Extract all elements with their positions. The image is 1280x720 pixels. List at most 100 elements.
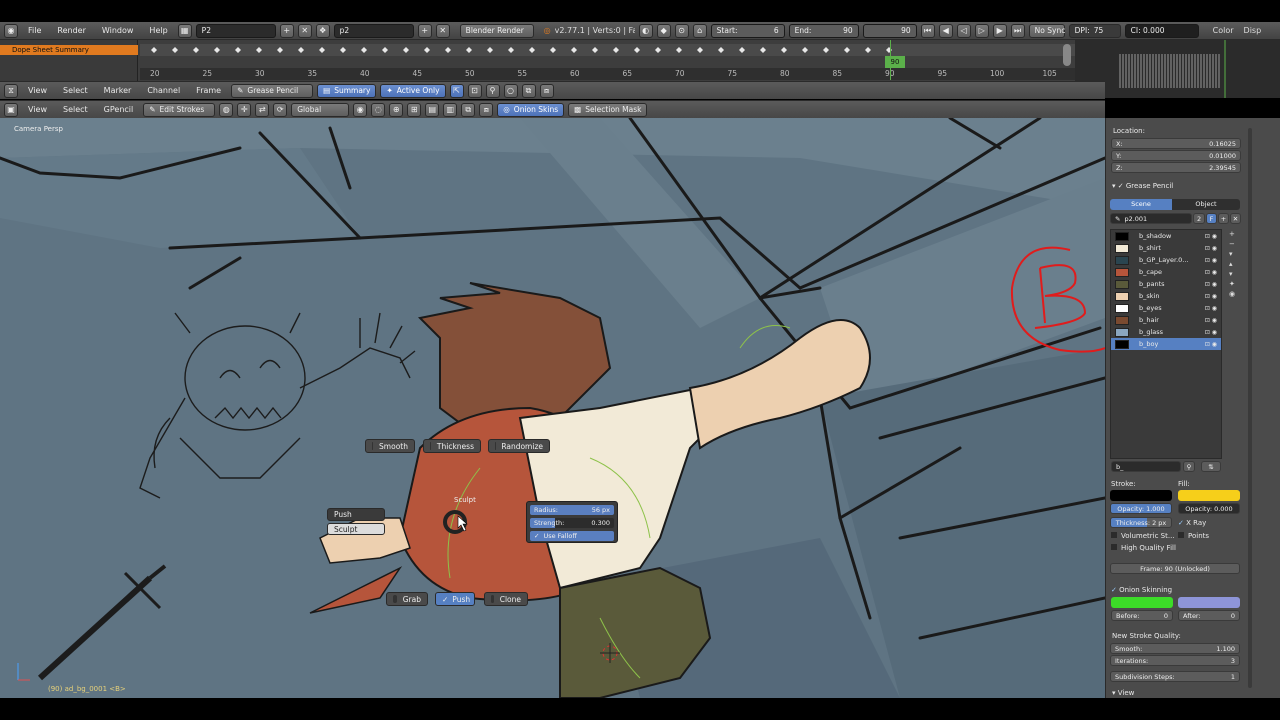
screen-selector[interactable]: P2 (195, 23, 276, 38)
ds-menu-frame[interactable]: Frame (190, 86, 227, 95)
ds-menu-view[interactable]: View (22, 86, 53, 95)
scene-icon[interactable]: ❖ (315, 23, 330, 38)
v-menu-view[interactable]: View (22, 105, 53, 114)
layer-down-icon[interactable]: ▾ (1229, 270, 1239, 278)
start-frame-field[interactable]: Start: 6 (710, 23, 785, 38)
transform-icon[interactable]: ⟳ (273, 102, 288, 117)
dopesheet-editor-icon[interactable]: ⧖ (4, 83, 18, 98)
layer-lock-visibility-icon[interactable]: ⊡ ◉ (1205, 329, 1217, 336)
onion-skins-toggle[interactable]: ◎ Onion Skins (497, 102, 565, 117)
keying-set-icon[interactable]: ⊙ (674, 23, 689, 38)
hq-fill-toggle[interactable]: High Quality Fill (1111, 544, 1176, 552)
screen-layout-icon[interactable]: ▦ (177, 23, 192, 38)
location-x[interactable]: X: 0.16025 (1111, 138, 1241, 149)
editor-type-icon[interactable]: ◉ (4, 23, 18, 38)
layer-list[interactable]: b_shadow ⊡ ◉ b_shirt ⊡ ◉ b_GP_Layer.0... ⊡ ◉ b… (1110, 229, 1222, 459)
gp-panel-header[interactable]: ▾ ✓ Grease Pencil (1112, 182, 1173, 190)
scene-add-icon[interactable]: + (417, 23, 432, 38)
prev-key-icon[interactable]: ◀ (938, 23, 953, 38)
menu-file[interactable]: File (22, 26, 47, 35)
filter-search-icon[interactable]: ⚲ (1183, 461, 1195, 472)
pie-grab[interactable]: Grab (386, 592, 428, 606)
summary-toggle[interactable]: ▤ Summary (317, 83, 377, 98)
layer-visibility-icon[interactable]: ◉ (1229, 290, 1239, 298)
sync-mode-select[interactable]: No Sync (1028, 23, 1065, 38)
v-menu-gpencil[interactable]: GPencil (98, 105, 140, 114)
layer-lock-visibility-icon[interactable]: ⊡ ◉ (1205, 257, 1217, 264)
layer-color-swatch[interactable] (1115, 291, 1129, 301)
gp-datablock[interactable]: ✎ p2.001 (1110, 213, 1192, 224)
menu-render[interactable]: Render (51, 26, 91, 35)
keyframe-row[interactable] (140, 44, 1075, 56)
users-count[interactable]: 2 (1193, 213, 1205, 224)
sculpt-option[interactable]: Sculpt (327, 523, 385, 535)
layer-item[interactable]: b_shadow ⊡ ◉ (1111, 230, 1221, 242)
search-icon[interactable]: ⚲ (485, 83, 500, 98)
preview-range-icon[interactable]: ⌂ (692, 23, 707, 38)
pie-smooth[interactable]: Smooth (365, 439, 415, 453)
scene-remove-icon[interactable]: ✕ (435, 23, 450, 38)
strength-field[interactable]: Strength: 0.300 (529, 517, 615, 529)
points-toggle[interactable]: Points (1178, 532, 1209, 540)
menu-help[interactable]: Help (143, 26, 173, 35)
proportional-icon[interactable]: ◌ (371, 102, 386, 117)
layer-lock-visibility-icon[interactable]: ⊡ ◉ (1205, 317, 1217, 324)
fake-user-toggle[interactable]: F (1206, 213, 1217, 224)
subdivision-field[interactable]: Subdivision Steps: 1 (1110, 671, 1240, 682)
radius-field[interactable]: Radius: 56 px (529, 504, 615, 516)
selection-mask-toggle[interactable]: ▩ Selection Mask (568, 102, 648, 117)
dopesheet-scrollbar[interactable] (1063, 44, 1071, 66)
viewport-shading-icon[interactable]: ◍ (219, 102, 234, 117)
layer-lock-visibility-icon[interactable]: ⊡ ◉ (1205, 341, 1217, 348)
jump-start-icon[interactable]: ⏮ (920, 23, 935, 38)
keyframe-icon[interactable]: ◆ (656, 23, 671, 38)
ds-menu-channel[interactable]: Channel (141, 86, 186, 95)
layer-color-swatch[interactable] (1115, 255, 1129, 265)
orientation-select[interactable]: Global (291, 102, 350, 117)
filter-sort-icon[interactable]: ⇅ (1201, 461, 1221, 472)
stroke-opacity-field[interactable]: Opacity: 1.000 (1110, 503, 1172, 514)
paste-strokes-icon[interactable]: ⧈ (479, 102, 494, 117)
layer-filter-input[interactable]: b_ (1111, 461, 1181, 472)
frame-ruler[interactable]: 20253035404550556065707580859095100105 (140, 68, 1075, 80)
ghost-icon[interactable]: ○ (503, 83, 518, 98)
copy-keys-icon[interactable]: ⧉ (521, 83, 536, 98)
manipulator-icon[interactable]: ⇄ (255, 102, 270, 117)
location-z[interactable]: Z: 2.39545 (1111, 162, 1241, 173)
layer-lock-visibility-icon[interactable]: ⊡ ◉ (1205, 305, 1217, 312)
layer-color-swatch[interactable] (1115, 231, 1129, 241)
active-only-toggle[interactable]: ✦ Active Only (380, 83, 446, 98)
pie-push[interactable]: ✓ Push (435, 592, 475, 606)
menu-window[interactable]: Window (96, 26, 140, 35)
screen-add-icon[interactable]: + (279, 23, 294, 38)
pivot-icon[interactable]: ✛ (237, 102, 252, 117)
view3d-editor-icon[interactable]: ▣ (4, 102, 18, 117)
layer-item[interactable]: b_cape ⊡ ◉ (1111, 266, 1221, 278)
tab-scene[interactable]: Scene (1110, 199, 1172, 210)
xray-toggle[interactable]: ✓ X Ray (1178, 519, 1206, 527)
pie-thickness[interactable]: Thickness (423, 439, 481, 453)
volumetric-toggle[interactable]: Volumetric St... (1111, 532, 1175, 540)
layer-item[interactable]: b_eyes ⊡ ◉ (1111, 302, 1221, 314)
brush-select[interactable]: Push (327, 508, 385, 521)
datablock-add-icon[interactable]: + (1218, 213, 1229, 224)
datablock-remove-icon[interactable]: ✕ (1230, 213, 1241, 224)
pie-randomize[interactable]: Randomize (488, 439, 550, 453)
render-icon[interactable]: ▤ (425, 102, 440, 117)
layer-item[interactable]: b_shirt ⊡ ◉ (1111, 242, 1221, 254)
v-menu-select[interactable]: Select (57, 105, 94, 114)
filter-lock-icon[interactable]: ⊡ (467, 83, 482, 98)
tab-object[interactable]: Object (1172, 199, 1240, 210)
current-frame-field[interactable]: 90 (862, 23, 917, 38)
onion-before-color[interactable] (1111, 597, 1173, 608)
layer-icon[interactable]: ◉ (353, 102, 368, 117)
thickness-field[interactable]: Thickness: 2 px (1110, 517, 1172, 528)
layer-lock-visibility-icon[interactable]: ⊡ ◉ (1205, 233, 1217, 240)
ds-mode-select[interactable]: ✎ Grease Pencil (231, 83, 314, 98)
layer-color-swatch[interactable] (1115, 315, 1129, 325)
onion-after-field[interactable]: After: 0 (1178, 610, 1240, 621)
layer-item[interactable]: b_glass ⊡ ◉ (1111, 326, 1221, 338)
render-engine-select[interactable]: Blender Render (459, 23, 534, 38)
filter-select-icon[interactable]: ⇱ (449, 83, 464, 98)
iterations-field[interactable]: Iterations: 3 (1110, 655, 1240, 666)
